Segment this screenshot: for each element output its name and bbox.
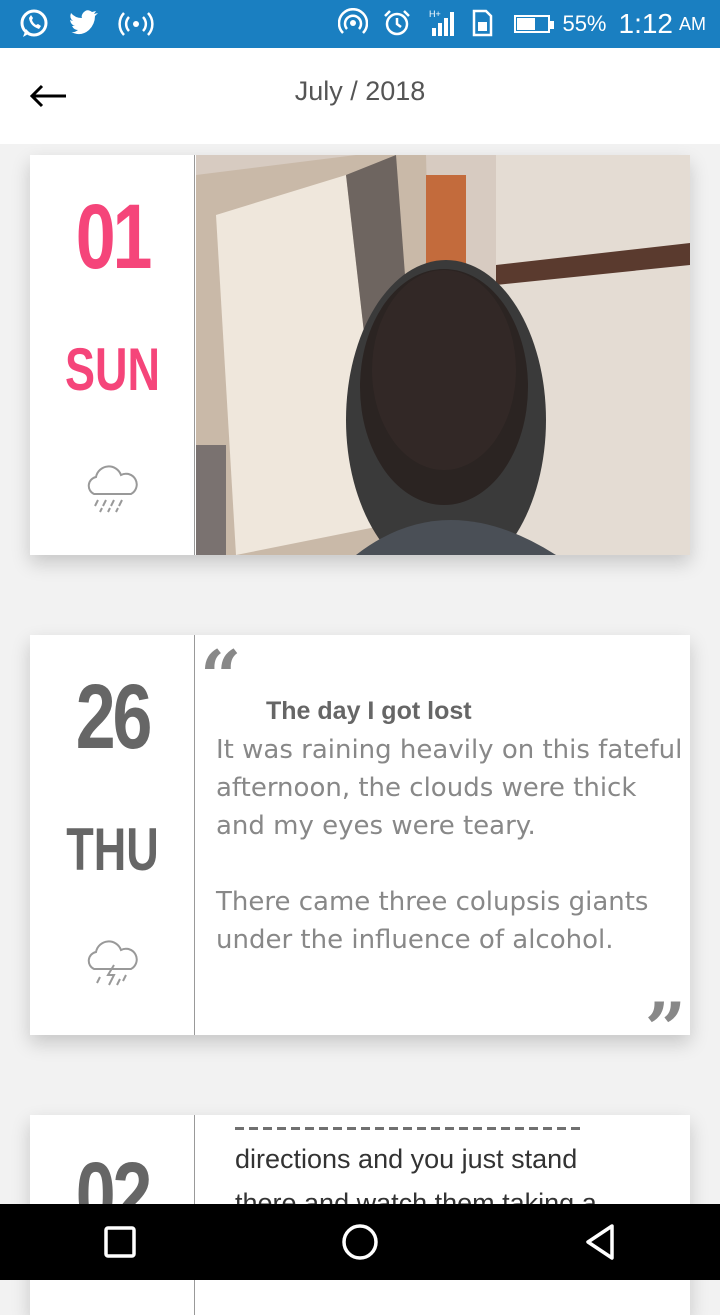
entry-date: 26 THU <box>30 635 195 1035</box>
system-nav-bar <box>0 1204 720 1280</box>
entry-line: directions and you just stand <box>235 1144 578 1174</box>
sim-card-icon <box>470 8 502 40</box>
triangle-back-icon <box>586 1224 614 1260</box>
square-icon <box>104 1226 136 1258</box>
alarm-icon <box>382 8 414 40</box>
day-number: 01 <box>75 186 153 288</box>
rain-cloud-icon <box>87 465 138 513</box>
entry-photo[interactable] <box>196 155 690 555</box>
broadcast-icon <box>118 8 154 40</box>
recents-button[interactable] <box>75 1204 165 1280</box>
journal-entry-card[interactable]: 26 THU “ The day I got lost It was raini… <box>30 634 690 1065</box>
journal-entry-card[interactable]: 01 SUN <box>30 155 690 555</box>
entry-paragraph: It was raining heavily on this fateful a… <box>216 735 683 841</box>
battery-percent: 55% <box>562 11 607 36</box>
entry-title: The day I got lost <box>266 697 472 725</box>
clock-ampm: AM <box>679 13 706 34</box>
back-nav-button[interactable] <box>555 1204 645 1280</box>
svg-text:H+: H+ <box>429 9 441 19</box>
entry-date: 01 SUN <box>30 155 195 555</box>
weekday: THU <box>66 816 159 883</box>
clock-time: 1:12 <box>618 8 674 39</box>
signal-icon: H+ <box>426 8 458 40</box>
battery-icon <box>514 15 555 33</box>
hotspot-icon <box>338 7 370 40</box>
cropped-line <box>235 1123 665 1137</box>
entry-paragraph: There came three colupsis giants under t… <box>216 887 649 955</box>
entry-body: It was raining heavily on this fateful a… <box>216 731 686 997</box>
status-bar: H+ 55% 1:12 AM <box>0 0 720 48</box>
day-number: 26 <box>75 666 153 768</box>
twitter-icon <box>68 8 100 40</box>
weekday: SUN <box>64 336 161 403</box>
open-quote-icon: “ <box>200 634 242 719</box>
thunderstorm-cloud-icon <box>87 940 138 986</box>
whatsapp-icon <box>18 8 50 40</box>
app-bar: July / 2018 <box>0 48 720 144</box>
home-button[interactable] <box>315 1204 405 1280</box>
page-title: July / 2018 <box>294 76 426 106</box>
circle-icon <box>342 1224 378 1260</box>
close-quote-icon: ” <box>644 986 686 1071</box>
